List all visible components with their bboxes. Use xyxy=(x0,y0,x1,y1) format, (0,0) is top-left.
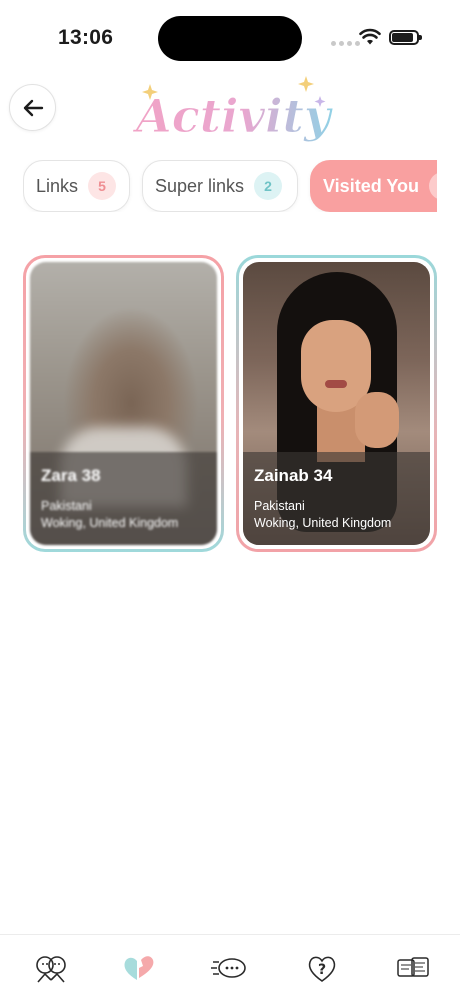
profile-grid: Zara 38 Pakistani Woking, United Kingdom… xyxy=(23,255,437,553)
svg-text:?: ? xyxy=(318,962,326,978)
tab-visited-you[interactable]: Visited You xyxy=(310,160,437,212)
profile-location: Woking, United Kingdom xyxy=(41,516,179,530)
video-tickets-icon xyxy=(397,957,429,977)
tab-visited-you-label: Visited You xyxy=(323,175,420,196)
profile-ethnicity: Pakistani xyxy=(254,499,305,513)
nav-chats[interactable] xyxy=(210,951,250,985)
back-button[interactable] xyxy=(9,84,56,131)
profile-name-age: Zainab 34 xyxy=(254,466,333,485)
question-heart-icon: ? xyxy=(308,956,336,982)
tab-links-label: Links xyxy=(36,175,79,196)
profile-name-age: Zara 38 xyxy=(41,466,101,485)
nav-discover[interactable] xyxy=(31,951,71,985)
activity-tabs: Links 5 Super links 2 Visited You xyxy=(23,160,437,212)
profile-photo: Zainab 34 Pakistani Woking, United Kingd… xyxy=(243,262,430,545)
status-bar: 13:06 xyxy=(0,0,460,70)
tab-super-links-label: Super links xyxy=(155,175,245,196)
tab-super-links-count-badge: 2 xyxy=(254,172,283,200)
profile-info: Zara 38 Pakistani Woking, United Kingdom xyxy=(30,452,217,545)
profile-card[interactable]: Zainab 34 Pakistani Woking, United Kingd… xyxy=(236,255,437,552)
nav-video[interactable] xyxy=(393,951,433,985)
battery-icon xyxy=(389,30,422,45)
profile-photo-blurred: Zara 38 Pakistani Woking, United Kingdom xyxy=(30,262,217,545)
tab-super-links[interactable]: Super links 2 xyxy=(142,160,298,212)
page-title: Activity xyxy=(132,76,334,144)
profile-location: Woking, United Kingdom xyxy=(254,516,392,530)
status-time: 13:06 xyxy=(58,26,114,49)
profile-ethnicity: Pakistani xyxy=(41,499,92,513)
tab-links[interactable]: Links 5 xyxy=(23,160,130,212)
tab-links-count-badge: 5 xyxy=(88,172,117,200)
bottom-nav: ? xyxy=(0,934,460,997)
profile-info: Zainab 34 Pakistani Woking, United Kingd… xyxy=(243,452,430,545)
dynamic-island xyxy=(158,16,302,61)
tab-visited-you-count-badge xyxy=(429,172,437,200)
cellular-signal-icon xyxy=(331,41,360,46)
activity-hearts-icon xyxy=(124,956,154,980)
wifi-icon xyxy=(359,28,381,45)
page-title-text: Activity xyxy=(132,89,334,143)
arrow-left-icon xyxy=(23,99,43,116)
chat-bubbles-icon xyxy=(211,958,246,978)
nav-activity[interactable] xyxy=(119,951,159,985)
discover-faces-icon xyxy=(36,956,66,983)
nav-questions[interactable]: ? xyxy=(302,951,342,985)
profile-card[interactable]: Zara 38 Pakistani Woking, United Kingdom xyxy=(23,255,224,552)
